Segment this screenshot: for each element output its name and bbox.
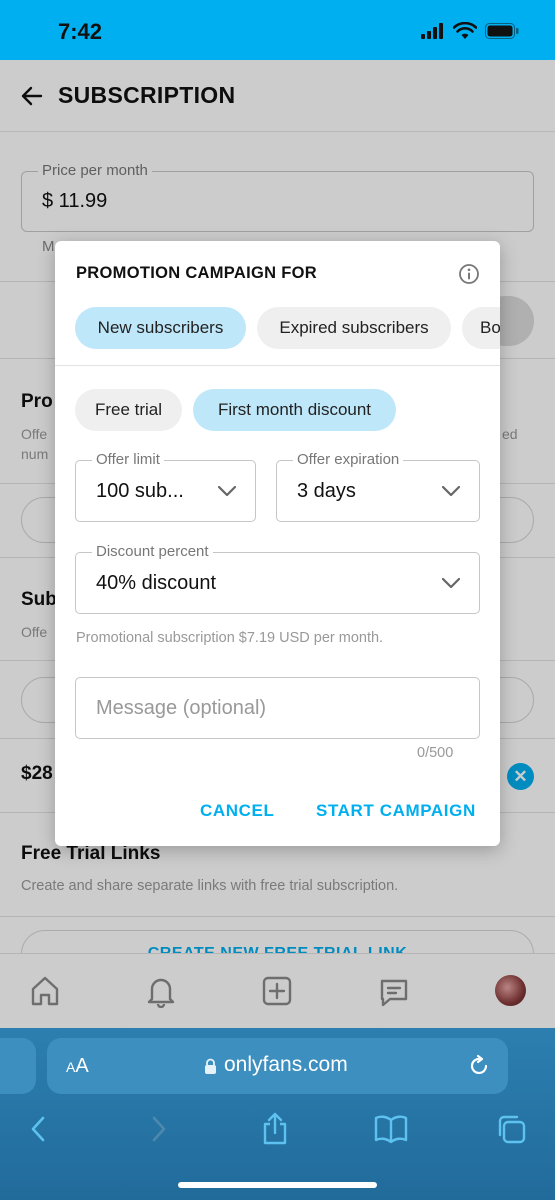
bookmarks-icon[interactable] <box>374 1112 408 1146</box>
start-campaign-button[interactable]: START CAMPAIGN <box>316 801 476 821</box>
back-icon[interactable] <box>22 1112 56 1146</box>
offer-expiration-value: 3 days <box>297 480 356 502</box>
share-icon[interactable] <box>258 1112 292 1146</box>
offer-expiration-select[interactable]: Offer expiration 3 days <box>276 451 480 522</box>
chevron-down-icon <box>217 485 237 497</box>
tab-new-subscribers[interactable]: New subscribers <box>75 307 246 349</box>
aa-large: A <box>75 1055 89 1077</box>
url-text: onlyfans.com <box>224 1053 348 1076</box>
message-counter: 0/500 <box>417 745 454 761</box>
status-icons <box>421 22 519 40</box>
offer-expiration-label: Offer expiration <box>293 451 404 468</box>
battery-icon <box>485 23 519 39</box>
forward-icon[interactable] <box>141 1112 175 1146</box>
aa-small: A <box>66 1059 76 1075</box>
tabs-icon[interactable] <box>494 1112 528 1146</box>
wifi-icon <box>453 22 477 39</box>
status-bar: 7:42 <box>0 0 555 60</box>
previous-tab[interactable] <box>0 1038 36 1094</box>
tab-free-trial[interactable]: Free trial <box>75 389 182 431</box>
promo-price-helper: Promotional subscription $7.19 USD per m… <box>76 630 384 646</box>
tab-first-month-discount[interactable]: First month discount <box>193 389 396 431</box>
info-icon[interactable] <box>458 263 480 285</box>
dialog-title: PROMOTION CAMPAIGN FOR <box>76 264 317 282</box>
discount-percent-select[interactable]: Discount percent 40% discount <box>75 543 480 614</box>
signal-icon <box>421 23 443 39</box>
address-bar[interactable]: AA onlyfans.com <box>47 1038 508 1094</box>
discount-percent-label: Discount percent <box>92 543 213 560</box>
cancel-button[interactable]: CANCEL <box>200 801 274 821</box>
chevron-down-icon <box>441 577 461 589</box>
offer-limit-value: 100 sub... <box>96 480 184 502</box>
offer-limit-label: Offer limit <box>92 451 164 468</box>
home-indicator <box>178 1182 377 1188</box>
message-input[interactable]: Message (optional) <box>75 677 480 739</box>
tab-both[interactable]: Bo <box>462 307 500 349</box>
dialog-divider <box>55 365 500 366</box>
status-time: 7:42 <box>58 19 103 44</box>
discount-percent-value: 40% discount <box>96 572 217 594</box>
reload-icon[interactable] <box>467 1054 491 1078</box>
chevron-down-icon <box>441 485 461 497</box>
browser-toolbar: AA onlyfans.com <box>0 1028 555 1200</box>
tab-expired-subscribers[interactable]: Expired subscribers <box>257 307 451 349</box>
message-placeholder: Message (optional) <box>96 697 267 719</box>
lock-icon <box>205 1058 216 1074</box>
reader-settings-button[interactable]: AA <box>66 1055 89 1078</box>
promotion-campaign-dialog: PROMOTION CAMPAIGN FOR New subscribers E… <box>55 241 500 846</box>
offer-limit-select[interactable]: Offer limit 100 sub... <box>75 451 256 522</box>
